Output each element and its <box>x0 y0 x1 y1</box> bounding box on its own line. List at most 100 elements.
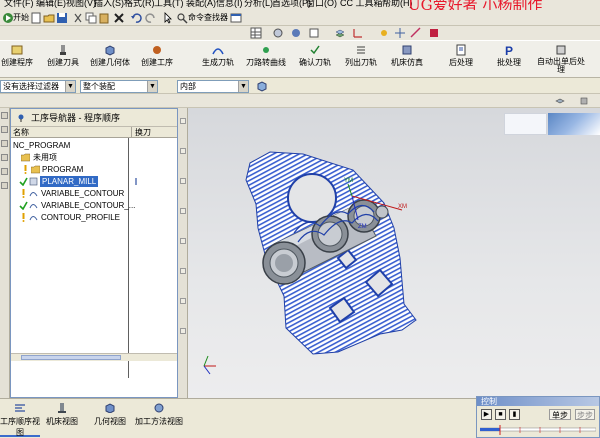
open-folder-icon[interactable] <box>43 12 55 24</box>
scope-filter-select[interactable]: 内部 ▼ <box>177 80 249 93</box>
tool-button[interactable] <box>180 118 186 124</box>
path-to-curve-icon <box>263 47 269 53</box>
create-tool-button[interactable]: 创建刀具 <box>46 43 80 77</box>
operation-icon <box>29 177 38 186</box>
tree-row-planar-mill[interactable]: PLANAR_MILL <box>11 176 177 187</box>
tool-button[interactable] <box>180 268 186 274</box>
tab-geometry-view[interactable]: 几何视图 <box>90 401 130 437</box>
new-file-icon[interactable] <box>30 12 42 24</box>
pin-icon[interactable] <box>17 114 25 122</box>
menu-edit[interactable]: 编辑(E) <box>36 0 66 9</box>
chevron-down-icon[interactable]: ▼ <box>238 81 248 92</box>
point-icon[interactable] <box>394 27 406 39</box>
undo-icon[interactable] <box>130 12 142 24</box>
pause-button[interactable]: ▮ <box>509 409 520 420</box>
menu-cc-toolbox[interactable]: CC 工具箱 <box>340 0 383 9</box>
menu-assembly[interactable]: 装配(A) <box>186 0 216 9</box>
machine-sim-button[interactable]: 机床仿真 <box>390 43 424 77</box>
chevron-down-icon[interactable]: ▼ <box>65 81 75 92</box>
tool-button[interactable] <box>180 298 186 304</box>
color-icon[interactable] <box>428 27 440 39</box>
verify-toolpath-button[interactable]: 确认刀轨 <box>298 43 332 77</box>
layers-icon[interactable] <box>554 95 566 107</box>
stop-button[interactable]: ■ <box>495 409 506 420</box>
create-geometry-button[interactable]: 创建几何体 <box>90 43 130 77</box>
snap-icon[interactable] <box>378 27 390 39</box>
menu-view[interactable]: 视图(V) <box>66 0 96 9</box>
path-to-curve-button[interactable]: 刀路转曲线 <box>246 43 286 77</box>
web-tab-icon[interactable] <box>1 168 8 175</box>
single-step-button[interactable]: 单步 <box>549 409 571 420</box>
navigator-tab-icon[interactable] <box>1 112 8 119</box>
tool-button[interactable] <box>180 328 186 334</box>
create-operation-button[interactable]: 创建工序 <box>140 43 174 77</box>
parts-tab-icon[interactable] <box>1 140 8 147</box>
tool-button[interactable] <box>180 148 186 154</box>
tree-row-variable-contour[interactable]: VARIABLE_CONTOUR <box>11 188 177 199</box>
palette-tab-icon[interactable] <box>1 182 8 189</box>
list-toolpath-button[interactable]: 列出刀轨 <box>344 43 378 77</box>
tab-label: 工序顺序视图 <box>0 417 40 437</box>
column-tool-change[interactable]: 换刀 <box>131 127 151 138</box>
render-style-icon[interactable] <box>290 27 302 39</box>
rotate-view-icon[interactable] <box>272 27 284 39</box>
tree-row-nc-program[interactable]: NC_PROGRAM <box>11 140 177 151</box>
generate-toolpath-button[interactable]: 生成刀轨 <box>200 43 236 77</box>
wcs-icon[interactable] <box>352 27 364 39</box>
table-icon[interactable] <box>250 27 262 39</box>
menu-format[interactable]: 格式(R) <box>124 0 155 9</box>
machining-method-icon <box>154 403 164 413</box>
menu-insert[interactable]: 插入(S) <box>94 0 124 9</box>
menu-info[interactable]: 信息(I) <box>216 0 243 9</box>
command-finder-label[interactable]: 命令查找器 <box>188 12 228 23</box>
tool-button[interactable] <box>180 178 186 184</box>
column-name[interactable]: 名称 <box>13 127 29 138</box>
cursor-icon[interactable] <box>162 12 174 24</box>
animation-slider[interactable] <box>480 425 596 435</box>
scrollbar-thumb[interactable] <box>21 355 121 360</box>
layer-icon[interactable] <box>334 27 346 39</box>
settings-icon[interactable] <box>578 95 590 107</box>
tab-machining-method-view[interactable]: 加工方法视图 <box>134 401 184 437</box>
tree-row-unused[interactable]: 未用项 <box>11 152 177 163</box>
tab-program-order-view[interactable]: 工序顺序视图 <box>0 401 40 437</box>
batch-button[interactable]: P 批处理 <box>494 43 524 77</box>
roles-tab-icon[interactable] <box>1 154 8 161</box>
window-icon[interactable] <box>230 12 242 24</box>
type-filter-select[interactable]: 没有选择过滤器 ▼ <box>0 80 76 93</box>
save-icon[interactable] <box>56 12 68 24</box>
menu-tools[interactable]: 工具(T) <box>154 0 184 9</box>
step-next-button[interactable]: 步步 <box>575 409 595 420</box>
tree-row-label: VARIABLE_CONTOUR <box>41 189 125 198</box>
history-tab-icon[interactable] <box>1 126 8 133</box>
select-box-icon[interactable] <box>256 80 268 92</box>
menu-file[interactable]: 文件(F) <box>4 0 34 9</box>
chevron-down-icon[interactable]: ▼ <box>147 81 157 92</box>
auto-post-button[interactable]: 自动出单后处理 <box>534 43 588 77</box>
tool-button[interactable] <box>180 238 186 244</box>
horizontal-scrollbar[interactable] <box>11 353 177 361</box>
warning-icon <box>22 213 25 222</box>
tree-row-variable-contour-2[interactable]: VARIABLE_CONTOUR_... <box>11 200 177 211</box>
cut-icon[interactable] <box>72 12 84 24</box>
menu-window[interactable]: 窗口(O) <box>306 0 337 9</box>
start-label[interactable]: 开始 <box>13 12 29 23</box>
tree-row-program[interactable]: PROGRAM <box>11 164 177 175</box>
tool-button[interactable] <box>180 208 186 214</box>
graphics-window[interactable]: XM YM ZM <box>188 108 600 398</box>
view-box-icon[interactable] <box>308 27 320 39</box>
command-finder-icon[interactable] <box>176 12 188 24</box>
paste-icon[interactable] <box>98 12 110 24</box>
measure-icon[interactable] <box>410 27 422 39</box>
tree-row-contour-profile[interactable]: CONTOUR_PROFILE <box>11 212 177 223</box>
assembly-filter-select[interactable]: 整个装配 ▼ <box>80 80 158 93</box>
play-button[interactable]: ▶ <box>481 409 492 420</box>
menu-analysis[interactable]: 分析(L) <box>244 0 273 9</box>
tab-machine-tool-view[interactable]: 机床视图 <box>44 401 80 437</box>
postprocess-button[interactable]: 后处理 <box>446 43 476 77</box>
create-program-label: 创建程序 <box>1 58 33 67</box>
redo-icon[interactable] <box>145 12 157 24</box>
copy-icon[interactable] <box>85 12 97 24</box>
delete-icon[interactable] <box>113 12 125 24</box>
create-program-button[interactable]: 创建程序 <box>0 43 34 77</box>
